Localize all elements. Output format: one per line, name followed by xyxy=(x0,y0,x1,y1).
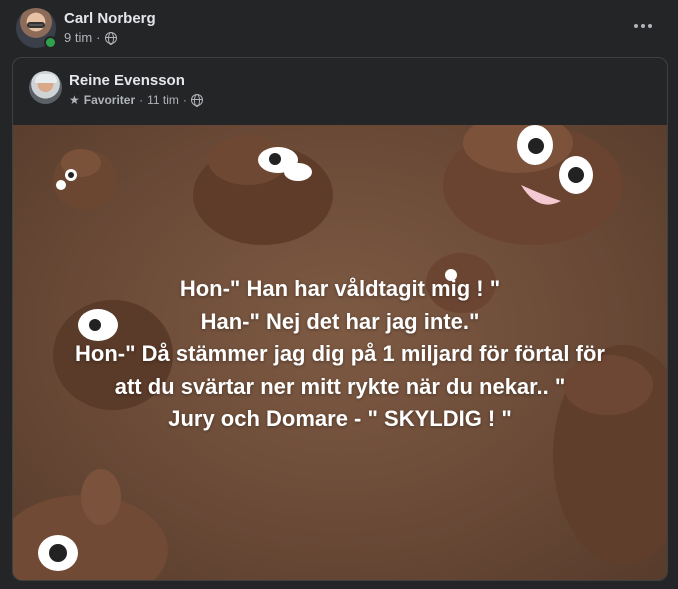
shared-post-card: Reine Evensson ★ Favoriter · 11 tim · Ho… xyxy=(12,57,668,581)
shared-post-header: Reine Evensson ★ Favoriter · 11 tim · xyxy=(13,58,667,125)
caption-line: att du svärtar ner mitt rykte när du nek… xyxy=(114,373,566,399)
caption-line: Jury och Domare - " SKYLDIG ! " xyxy=(168,406,512,431)
image-caption-text: Hon-" Han har våldtagit mig ! " Han-" Ne… xyxy=(13,273,667,436)
globe-icon[interactable] xyxy=(104,31,117,45)
dot-icon xyxy=(634,24,638,28)
dot-icon xyxy=(641,24,645,28)
online-status-dot xyxy=(44,36,57,49)
author-name[interactable]: Carl Norberg xyxy=(64,10,156,27)
shared-post-meta: ★ Favoriter · 11 tim · xyxy=(69,93,203,107)
more-options-button[interactable] xyxy=(630,16,656,36)
post-header: Carl Norberg 9 tim · xyxy=(16,8,666,50)
star-icon: ★ xyxy=(69,93,80,107)
caption-line: Hon-" Han har våldtagit mig ! " xyxy=(179,276,501,301)
post-time[interactable]: 9 tim xyxy=(64,30,92,45)
meta-separator: · xyxy=(96,30,101,45)
meta-separator: · xyxy=(139,93,144,107)
post-meta: 9 tim · xyxy=(64,30,117,45)
glasses-detail xyxy=(27,22,45,28)
dot-icon xyxy=(648,24,652,28)
post-image[interactable]: Hon-" Han har våldtagit mig ! " Han-" Ne… xyxy=(13,125,667,580)
cap-detail xyxy=(35,74,57,83)
favorites-label: Favoriter xyxy=(83,93,136,107)
shared-post-time[interactable]: 11 tim xyxy=(147,93,179,107)
shared-author-name[interactable]: Reine Evensson xyxy=(69,72,185,89)
caption-line: Han-" Nej det har jag inte." xyxy=(200,308,480,334)
poo-top-right xyxy=(443,125,623,245)
poo-bottom-left xyxy=(13,469,168,580)
poo-top-center xyxy=(193,135,333,245)
shared-author-avatar[interactable] xyxy=(29,71,62,104)
caption-line: Hon-" Då stämmer jag dig på 1 miljard fö… xyxy=(75,341,605,366)
globe-icon[interactable] xyxy=(190,94,203,107)
poo-top-left xyxy=(53,149,117,210)
meta-separator: · xyxy=(182,93,187,107)
